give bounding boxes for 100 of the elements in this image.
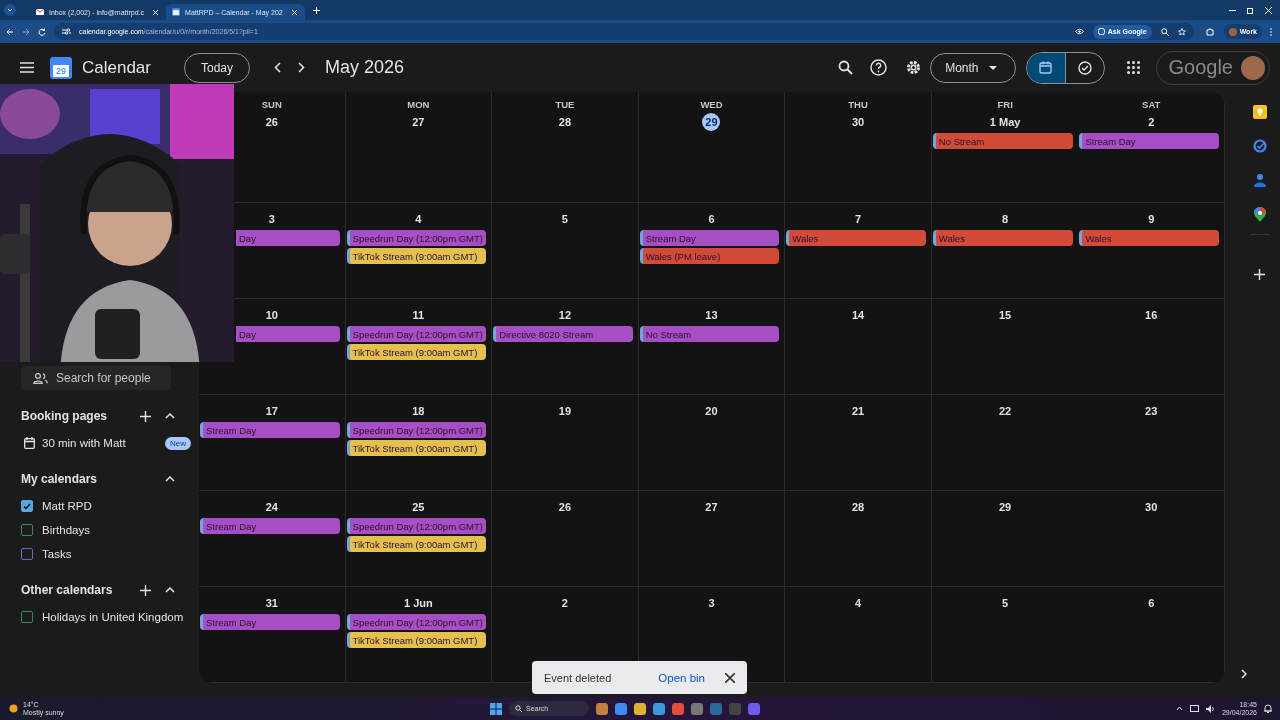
settings-icon[interactable] [905,59,923,76]
date-number[interactable]: 5 [555,210,574,228]
add-icon[interactable] [1254,269,1265,280]
date-number[interactable]: 12 [555,306,574,324]
date-number[interactable]: 30 [1142,498,1161,516]
date-number[interactable]: 1 Jun [403,594,434,612]
date-number[interactable]: 6 [702,210,721,228]
calendar-list-item[interactable]: Holidays in United Kingdom [21,605,191,629]
menu-icon[interactable] [20,62,34,73]
date-number[interactable]: 1 May [988,113,1022,131]
add-icon[interactable] [140,410,151,422]
taskbar-app-icon[interactable] [653,702,665,715]
eye-icon[interactable] [1074,28,1084,35]
date-number[interactable]: 3 [262,210,281,228]
calendar-view-toggle[interactable] [1026,52,1065,83]
date-number[interactable]: 20 [702,402,721,420]
map-pin-icon[interactable] [1253,207,1266,222]
date-number[interactable]: 31 [262,594,281,612]
event-chip[interactable]: Day [236,326,340,342]
add-icon[interactable] [140,584,151,596]
date-number[interactable]: 21 [849,402,868,420]
date-number[interactable]: 28 [555,113,574,131]
calendar-list-item[interactable]: Birthdays [21,518,191,542]
expand-icon[interactable] [1241,669,1247,679]
event-chip[interactable]: Stream Day [200,422,340,438]
event-chip[interactable]: Day [236,230,340,246]
checkbox[interactable] [21,548,33,560]
date-number[interactable]: 29 [996,498,1015,516]
event-chip[interactable]: Speedrun Day (12:00pm GMT) [346,230,487,246]
site-settings-icon[interactable] [62,28,71,35]
forward-icon[interactable] [22,27,30,36]
date-number[interactable]: 19 [555,402,574,420]
today-date[interactable]: 29 [702,113,721,131]
contacts-icon[interactable] [1253,173,1266,187]
taskbar-app-icon[interactable] [672,702,684,715]
volume-icon[interactable] [1205,704,1215,713]
date-number[interactable]: 8 [996,210,1015,228]
close-icon[interactable] [725,672,735,683]
event-chip[interactable]: Stream Day [1079,133,1219,149]
event-chip[interactable]: No Stream [639,326,780,342]
reload-icon[interactable] [38,27,46,36]
event-chip[interactable]: Stream Day [639,230,780,246]
date-number[interactable]: 16 [1142,306,1161,324]
next-icon[interactable] [298,62,306,73]
event-chip[interactable]: Speedrun Day (12:00pm GMT) [346,518,487,534]
event-chip[interactable]: Stream Day [200,614,340,630]
new-tab-icon[interactable] [312,6,320,14]
date-number[interactable]: 17 [262,402,281,420]
date-number[interactable]: 5 [996,594,1015,612]
event-chip[interactable]: Wales [1079,230,1219,246]
event-chip[interactable]: TikTok Stream (9:00am GMT) [346,344,487,360]
help-icon[interactable] [870,59,888,76]
notes-icon[interactable] [1252,105,1267,119]
event-chip[interactable]: Speedrun Day (12:00pm GMT) [346,614,487,630]
date-number[interactable]: 26 [262,113,281,131]
date-number[interactable]: 2 [555,594,574,612]
event-chip[interactable]: Wales [932,230,1074,246]
date-number[interactable]: 28 [849,498,868,516]
event-chip[interactable]: Wales [786,230,926,246]
date-number[interactable]: 18 [409,402,428,420]
date-number[interactable]: 6 [1142,594,1161,612]
checked-checkbox[interactable] [21,500,33,512]
taskbar-app-icon[interactable] [634,702,646,715]
checkbox[interactable] [21,611,33,623]
date-number[interactable]: 30 [849,113,868,131]
checkbox[interactable] [21,524,33,536]
restore-icon[interactable] [1247,6,1254,14]
event-chip[interactable]: TikTok Stream (9:00am GMT) [346,632,487,648]
collapse-icon[interactable] [165,587,175,593]
previous-icon[interactable] [274,62,282,73]
taskbar-app-icon[interactable] [691,702,703,715]
date-number[interactable]: 26 [555,498,574,516]
taskbar-app-icon[interactable] [615,702,627,715]
search-icon[interactable] [838,60,854,75]
start-icon[interactable] [490,702,502,715]
date-number[interactable]: 2 [1142,113,1161,131]
event-chip[interactable]: Wales (PM leave) [639,248,780,264]
star-icon[interactable] [1177,27,1186,36]
collapse-icon[interactable] [165,413,175,419]
date-number[interactable]: 23 [1142,402,1161,420]
event-chip[interactable]: TikTok Stream (9:00am GMT) [346,248,487,264]
chevron-up-icon[interactable] [1175,706,1183,711]
event-chip[interactable]: Speedrun Day (12:00pm GMT) [346,422,487,438]
date-number[interactable]: 14 [849,306,868,324]
date-number[interactable]: 4 [849,594,868,612]
open-bin-link[interactable]: Open bin [658,671,705,684]
taskbar-app-icon[interactable] [748,702,760,715]
search-people-field[interactable]: Search for people [21,366,171,390]
date-number[interactable]: 9 [1142,210,1161,228]
event-chip[interactable]: Stream Day [200,518,340,534]
event-chip[interactable]: TikTok Stream (9:00am GMT) [346,536,487,552]
date-number[interactable]: 15 [996,306,1015,324]
date-number[interactable]: 3 [702,594,721,612]
booking-page-item[interactable]: 30 min with Matt New [21,431,191,455]
date-number[interactable]: 27 [409,113,428,131]
date-number[interactable]: 13 [702,306,721,324]
date-number[interactable]: 27 [702,498,721,516]
date-number[interactable]: 10 [262,306,281,324]
apps-icon[interactable] [1126,61,1140,74]
date-number[interactable]: 24 [262,498,281,516]
